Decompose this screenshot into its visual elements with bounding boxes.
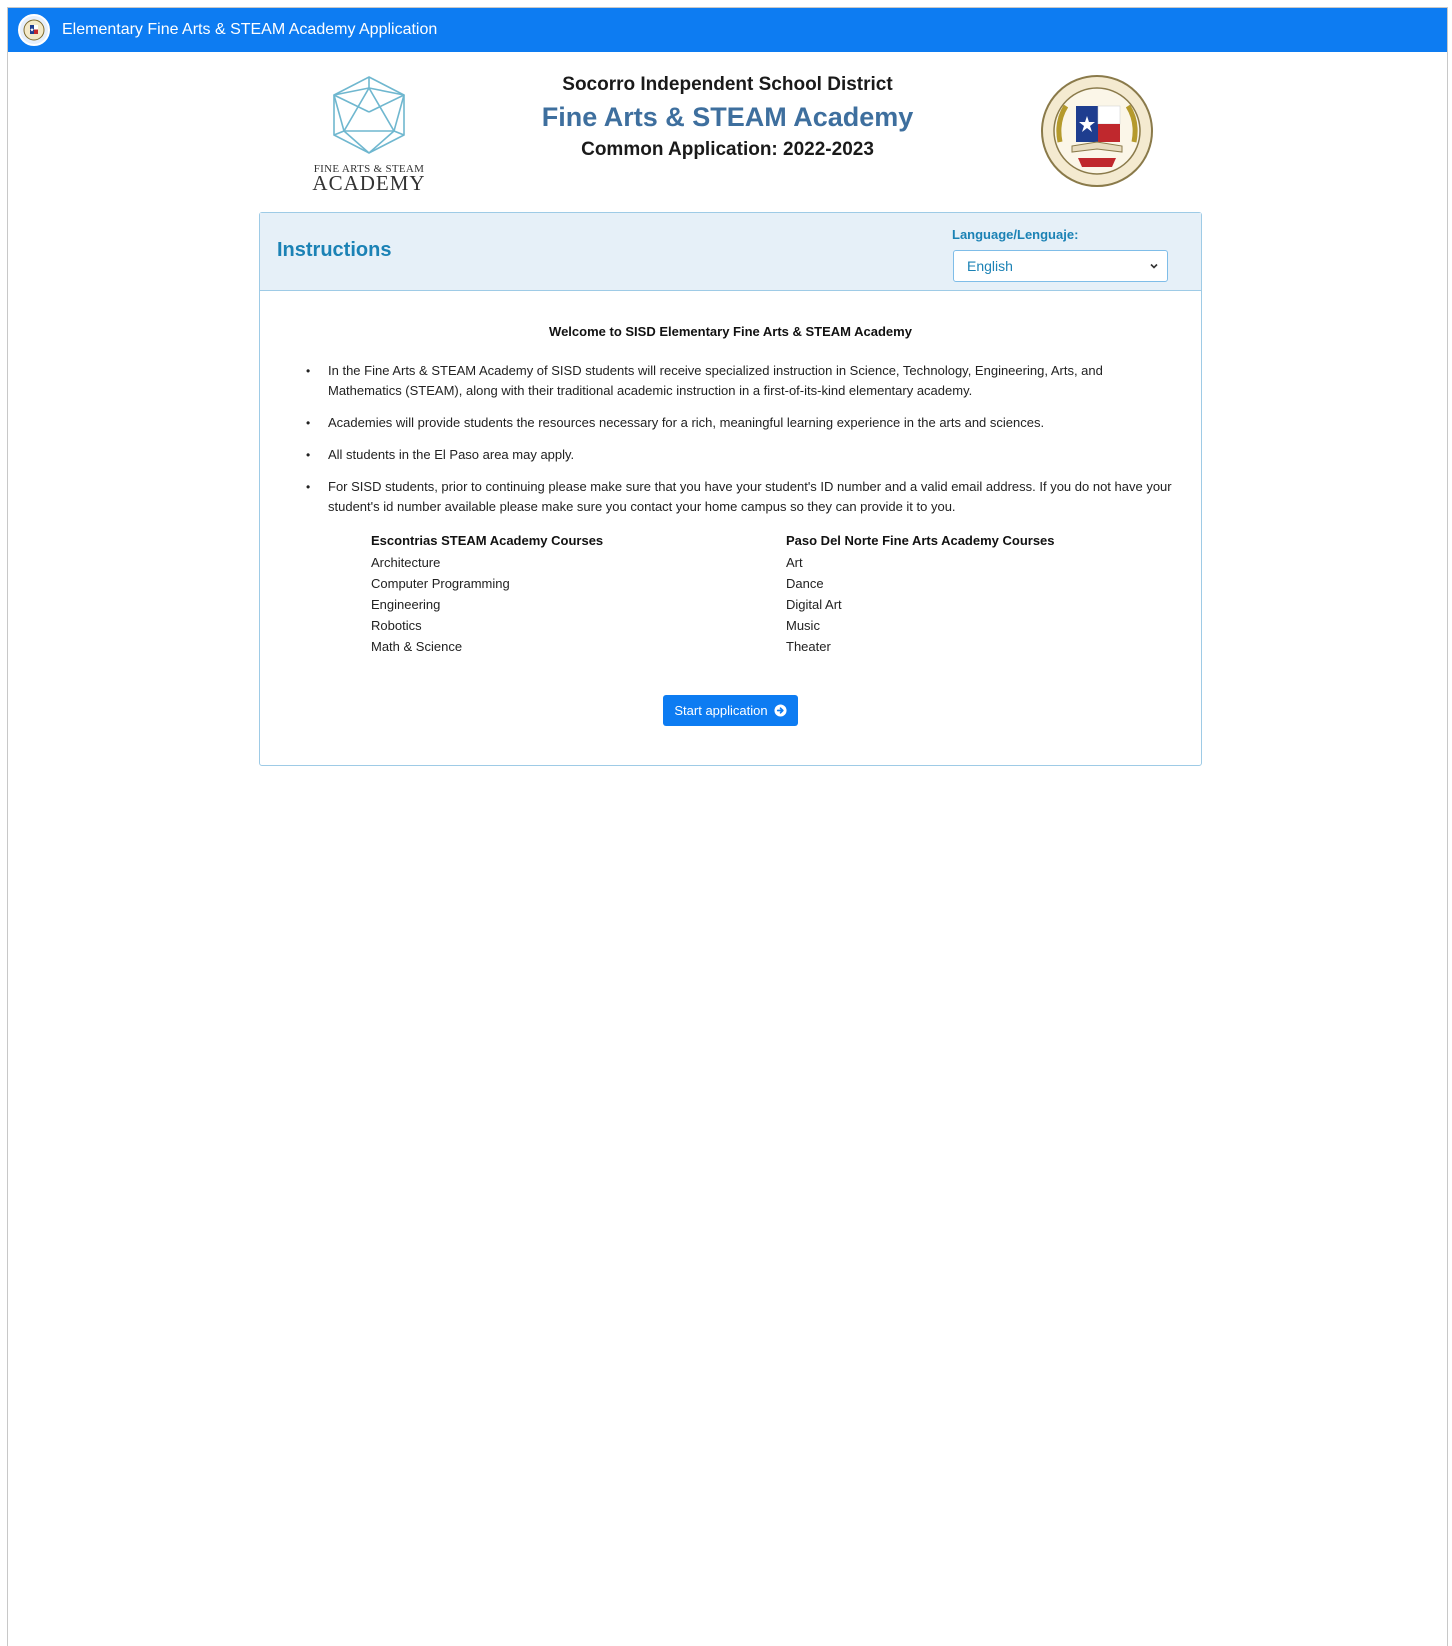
start-application-label: Start application: [674, 703, 768, 718]
course-item: Music: [786, 618, 820, 633]
district-seal-icon: [1038, 72, 1156, 190]
course-item: Math & Science: [371, 639, 463, 654]
language-select[interactable]: English: [953, 250, 1168, 282]
bullet-icon: •: [306, 480, 311, 494]
instructions-card: Instructions Language/Lenguaje: English …: [259, 212, 1202, 766]
welcome-heading: Welcome to SISD Elementary Fine Arts & S…: [549, 324, 912, 339]
course-item: Robotics: [371, 618, 422, 633]
bullet-icon: •: [306, 364, 311, 378]
start-button-wrap: Start application: [260, 695, 1201, 726]
bullet-icon: •: [306, 416, 311, 430]
district-seal-icon[interactable]: [18, 14, 50, 46]
district-name: Socorro Independent School District: [562, 74, 893, 95]
course-item: Art: [786, 555, 803, 570]
bullet-icon: •: [306, 448, 311, 462]
course-item: Digital Art: [786, 597, 842, 612]
language-selected-value: English: [967, 258, 1013, 274]
course-item: Architecture: [371, 555, 441, 570]
header-titles: Socorro Independent School District Fine…: [8, 74, 1447, 161]
arrow-circle-right-icon: [774, 704, 787, 717]
language-label: Language/Lenguaje:: [952, 227, 1079, 242]
instructions-card-header: Instructions Language/Lenguaje: English: [260, 213, 1201, 291]
course-lists: Escontrias STEAM Academy Courses Archite…: [371, 533, 1201, 657]
top-navbar: Elementary Fine Arts & STEAM Academy App…: [8, 8, 1447, 52]
instructions-card-body: Welcome to SISD Elementary Fine Arts & S…: [260, 291, 1201, 726]
list-item: • All students in the El Paso area may a…: [306, 445, 1176, 465]
academy-logo-bottom-text: ACADEMY: [312, 171, 426, 195]
bullet-text: All students in the El Paso area may app…: [328, 447, 575, 462]
bullet-text: In the Fine Arts & STEAM Academy of SISD…: [328, 363, 1103, 398]
course-item: Theater: [786, 639, 831, 654]
instruction-bullets: • In the Fine Arts & STEAM Academy of SI…: [306, 361, 1176, 517]
list-item: • For SISD students, prior to continuing…: [306, 477, 1176, 517]
browser-window: Elementary Fine Arts & STEAM Academy App…: [7, 7, 1448, 1646]
bullet-text: For SISD students, prior to continuing p…: [328, 479, 1172, 514]
list-item: • Academies will provide students the re…: [306, 413, 1176, 433]
list-item: • In the Fine Arts & STEAM Academy of SI…: [306, 361, 1176, 401]
course-item: Dance: [786, 576, 824, 591]
app-title[interactable]: Elementary Fine Arts & STEAM Academy App…: [62, 21, 437, 39]
instructions-title: Instructions: [277, 239, 392, 261]
escontrias-heading: Escontrias STEAM Academy Courses: [371, 533, 604, 548]
course-item: Engineering: [371, 597, 441, 612]
start-application-button[interactable]: Start application: [663, 695, 798, 726]
paso-del-norte-heading: Paso Del Norte Fine Arts Academy Courses: [786, 533, 1055, 548]
course-item: Computer Programming: [371, 576, 510, 591]
paso-del-norte-courses: Paso Del Norte Fine Arts Academy Courses…: [786, 533, 1201, 657]
academy-name: Fine Arts & STEAM Academy: [541, 102, 914, 132]
application-year: Common Application: 2022-2023: [581, 139, 874, 160]
bullet-text: Academies will provide students the reso…: [328, 415, 1045, 430]
page-header: FINE ARTS & STEAM ACADEMY Socorro Indepe…: [8, 52, 1447, 212]
escontrias-courses: Escontrias STEAM Academy Courses Archite…: [371, 533, 786, 657]
chevron-down-icon: [1150, 263, 1158, 269]
